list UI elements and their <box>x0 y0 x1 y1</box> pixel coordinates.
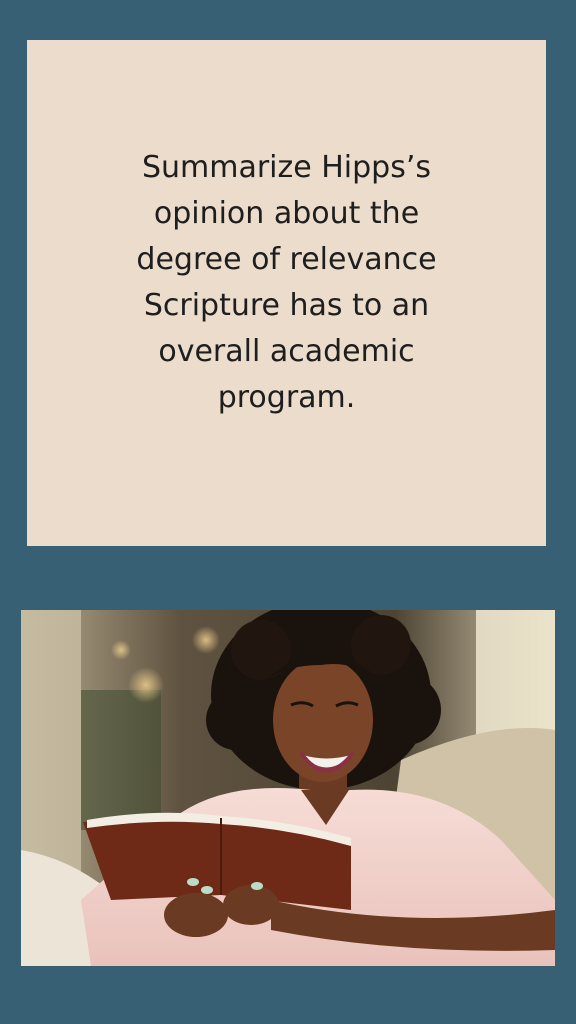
question-line-4: Scripture has to an <box>143 288 430 323</box>
question-line-3: degree of relevance <box>136 242 437 277</box>
question-line-2: opinion about the <box>153 196 420 231</box>
photo-illustration <box>21 610 555 966</box>
question-line-1: Summarize Hipps’s <box>141 150 432 185</box>
question-text: Summarize Hipps’s opinion about the degr… <box>107 145 467 421</box>
reading-woman-photo <box>21 610 555 966</box>
question-line-6: program. <box>217 380 356 415</box>
question-card: Summarize Hipps’s opinion about the degr… <box>27 40 546 546</box>
question-line-5: overall academic <box>158 334 415 369</box>
